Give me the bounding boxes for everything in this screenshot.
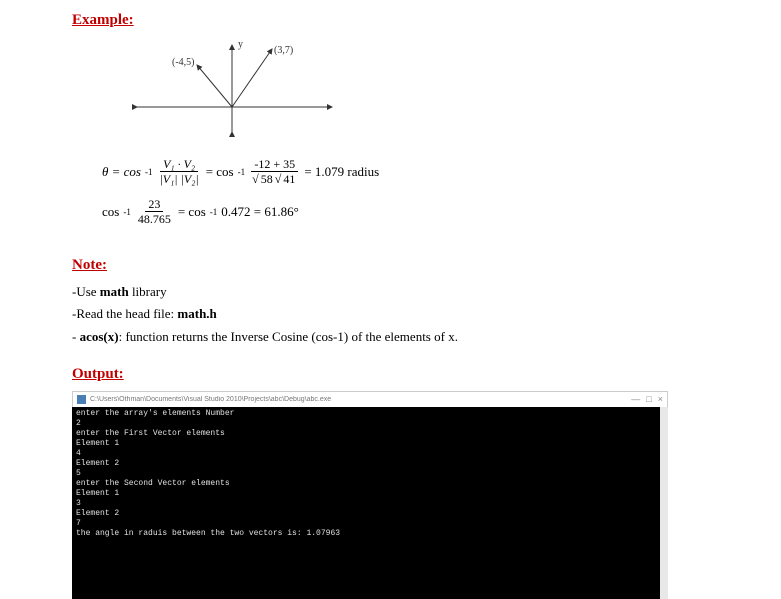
console-title: C:\Users\Othman\Documents\Visual Studio … (90, 396, 627, 403)
f1-num2: -12 + 35 (251, 157, 298, 172)
f2-den: 48.765 (135, 212, 174, 226)
console-line: Element 1 (76, 489, 656, 499)
console-line: the angle in raduis between the two vect… (76, 529, 656, 539)
example-heading: Example: (72, 12, 781, 29)
minimize-button[interactable]: — (631, 395, 640, 404)
n3-bold: acos(x) (80, 329, 119, 344)
console-window: C:\Users\Othman\Documents\Visual Studio … (72, 391, 668, 599)
console-line: 2 (76, 419, 656, 429)
console-line: 4 (76, 449, 656, 459)
f2-eq: = cos (178, 204, 206, 220)
f2-lhs: cos (102, 204, 119, 220)
f1-theta: θ = cos (102, 164, 141, 180)
output-heading: Output: (72, 366, 781, 383)
f1-sqrt-a: 58 (259, 171, 275, 186)
console-line: Element 1 (76, 439, 656, 449)
f2-sup2: -1 (210, 207, 218, 217)
n3-suf: : function returns the Inverse Cosine (c… (119, 329, 458, 344)
console-line: 7 (76, 519, 656, 529)
console-output: enter the array's elements Number2enter … (72, 407, 668, 599)
console-line: Element 2 (76, 509, 656, 519)
console-titlebar: C:\Users\Othman\Documents\Visual Studio … (72, 391, 668, 407)
f1-eq: = cos (206, 164, 234, 180)
console-line: Element 2 (76, 459, 656, 469)
n1-suf: library (129, 284, 167, 299)
note-heading: Note: (72, 257, 781, 274)
n1-bold: math (100, 284, 129, 299)
f1-sup2: -1 (238, 167, 246, 177)
note-block: -Use math library -Read the head file: m… (72, 282, 781, 348)
point1-label: (-4,5) (172, 57, 195, 68)
n1-pre: -Use (72, 284, 100, 299)
formula-cos: cos -1 23 48.765 = cos -1 0.472 = 61.86° (102, 197, 781, 227)
f1-num1: V₁ · V₂ (160, 157, 198, 172)
vector-diagram: y (-4,5) (3,7) (112, 37, 412, 137)
f1-sqrt-b: 41 (281, 171, 297, 186)
formula-theta: θ = cos -1 V₁ · V₂ |V₁| |V₂| = cos -1 -12 … (102, 157, 781, 187)
formula-block: θ = cos -1 V₁ · V₂ |V₁| |V₂| = cos -1 -12 … (102, 157, 781, 227)
f2-num: 23 (145, 197, 163, 212)
console-line: enter the First Vector elements (76, 429, 656, 439)
close-button[interactable]: × (658, 395, 663, 404)
console-line: 5 (76, 469, 656, 479)
console-line: enter the Second Vector elements (76, 479, 656, 489)
f1-result: = 1.079 radius (304, 164, 379, 180)
f1-den1: |V₁| |V₂| (157, 172, 202, 186)
point2-label: (3,7) (274, 45, 293, 56)
maximize-button[interactable]: □ (646, 395, 651, 404)
n2-pre: -Read the head file: (72, 306, 177, 321)
app-icon (77, 395, 86, 404)
f1-sup1: -1 (145, 167, 153, 177)
console-line: 3 (76, 499, 656, 509)
n3-pre: - (72, 329, 80, 344)
n2-bold: math.h (177, 306, 216, 321)
console-line: enter the array's elements Number (76, 409, 656, 419)
y-axis-label: y (238, 39, 243, 50)
f2-rhs: 0.472 = 61.86° (221, 204, 299, 220)
f2-sup1: -1 (123, 207, 131, 217)
